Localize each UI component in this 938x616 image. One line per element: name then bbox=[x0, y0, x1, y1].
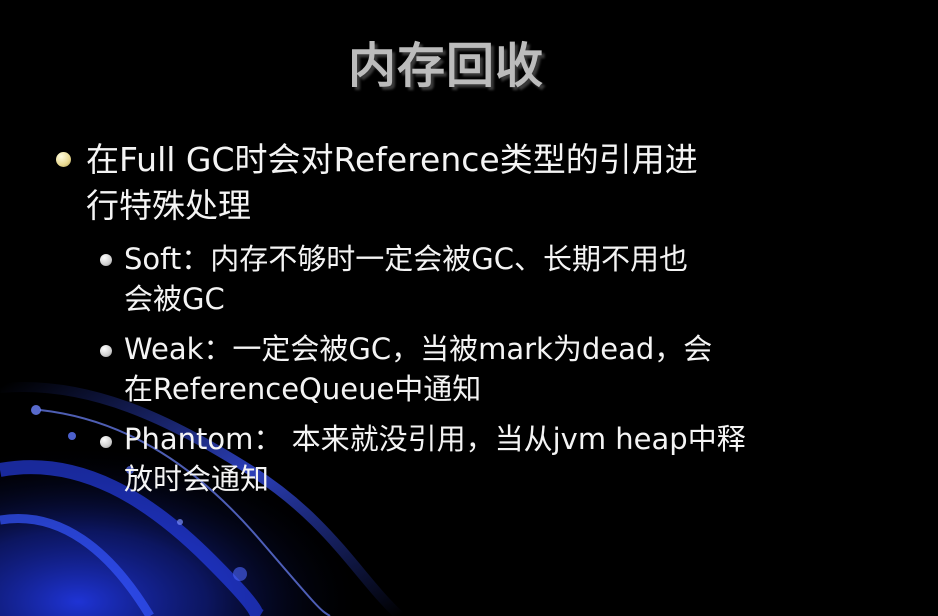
slide: 内存回收 在Full GC时会对Reference类型的引用进 行特殊处理 So… bbox=[0, 0, 938, 616]
main-point-line-1: 在Full GC时会对Reference类型的引用进 bbox=[86, 140, 698, 179]
sub-point-phantom-line-1: Phantom： 本来就没引用，当从jvm heap中释 bbox=[124, 422, 746, 456]
sub-bullet-icon bbox=[100, 254, 112, 266]
sub-bullet-icon bbox=[100, 345, 112, 357]
sub-point-soft-line-2: 会被GC bbox=[124, 282, 225, 316]
slide-title: 内存回收 bbox=[347, 38, 544, 94]
sub-point-phantom-line-2: 放时会通知 bbox=[124, 462, 270, 496]
sub-bullet-icon bbox=[100, 436, 112, 448]
main-bullet-icon bbox=[56, 152, 71, 167]
dot-1 bbox=[31, 405, 41, 415]
dot-4 bbox=[233, 567, 247, 581]
sub-point-weak-line-1: Weak：一定会被GC，当被mark为dead，会 bbox=[124, 332, 713, 366]
main-point-line-2: 行特殊处理 bbox=[86, 186, 251, 225]
dot-5 bbox=[177, 519, 183, 525]
dot-2 bbox=[68, 432, 76, 440]
sub-point-soft-line-1: Soft：内存不够时一定会被GC、长期不用也 bbox=[124, 242, 688, 276]
sub-point-weak-line-2: 在ReferenceQueue中通知 bbox=[124, 372, 482, 406]
